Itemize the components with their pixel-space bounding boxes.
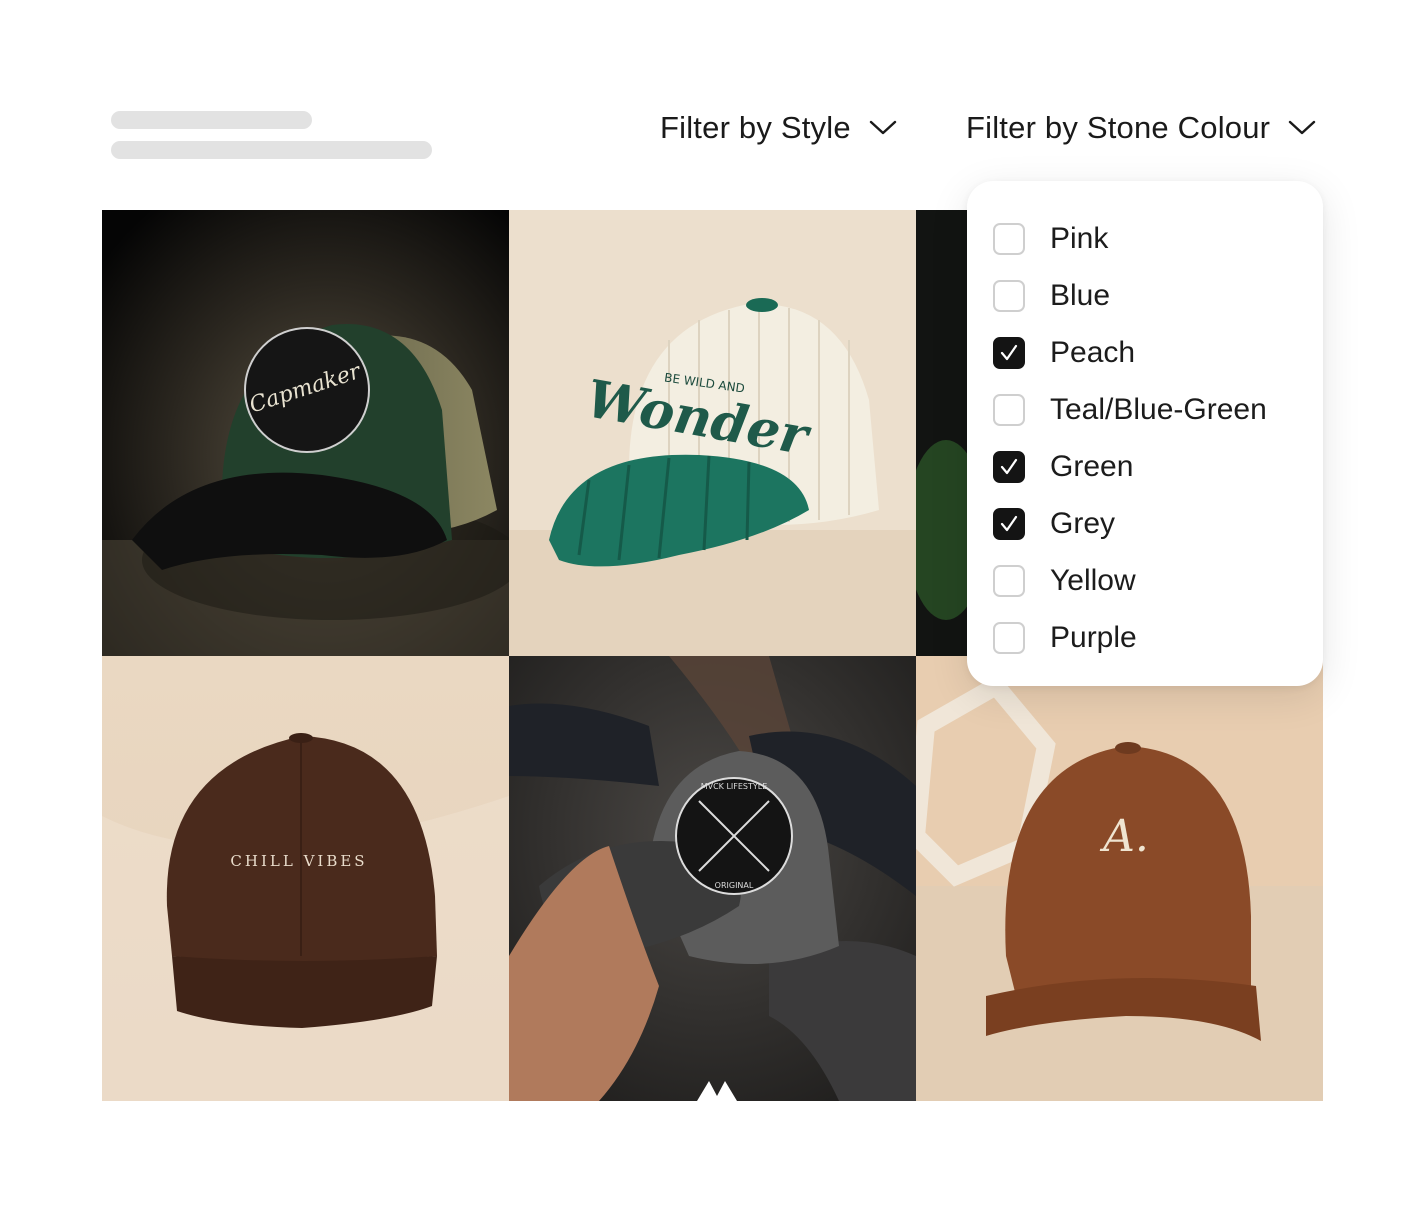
colour-option-grey[interactable]: Grey: [967, 495, 1323, 552]
product-logo-subtext: ORIGINAL: [715, 881, 754, 890]
grey-patch-cap-image: MVCK LIFESTYLE ORIGINAL: [509, 656, 916, 1101]
product-tile-corduroy-wonder-cap[interactable]: BE WILD AND Wonder: [509, 210, 916, 656]
checkbox[interactable]: [993, 507, 1025, 540]
page: Filter by Style Filter by Stone Colour C…: [0, 0, 1422, 1230]
corduroy-wonder-cap-image: BE WILD AND Wonder: [509, 210, 916, 656]
colour-option-label: Peach: [1050, 335, 1136, 369]
colour-option-green[interactable]: Green: [967, 438, 1323, 495]
checkbox[interactable]: [993, 222, 1025, 255]
product-tile-brown-a-cap[interactable]: A.: [916, 656, 1323, 1101]
colour-option-label: Grey: [1050, 506, 1116, 540]
colour-option-yellow[interactable]: Yellow: [967, 552, 1323, 609]
product-tile-grey-patch-cap[interactable]: MVCK LIFESTYLE ORIGINAL: [509, 656, 916, 1101]
product-logo-text: MVCK LIFESTYLE: [701, 782, 768, 791]
stone-colour-dropdown-panel: Pink Blue Peach Teal/Blue-Green Green Gr…: [967, 181, 1323, 686]
product-logo-text: CHILL VIBES: [230, 852, 367, 870]
checkbox[interactable]: [993, 279, 1025, 312]
colour-option-label: Pink: [1050, 221, 1109, 255]
colour-option-teal-blue-green[interactable]: Teal/Blue-Green: [967, 381, 1323, 438]
colour-option-label: Green: [1050, 449, 1134, 483]
colour-option-label: Blue: [1050, 278, 1111, 312]
checkbox[interactable]: [993, 336, 1025, 369]
checkbox[interactable]: [993, 393, 1025, 426]
brown-a-cap-image: A.: [916, 656, 1323, 1101]
check-icon: [1000, 515, 1018, 531]
colour-option-label: Teal/Blue-Green: [1050, 392, 1267, 426]
colour-option-blue[interactable]: Blue: [967, 267, 1323, 324]
check-icon: [1000, 458, 1018, 474]
checkbox[interactable]: [993, 564, 1025, 597]
colour-option-peach[interactable]: Peach: [967, 324, 1323, 381]
skeleton-line: [111, 141, 432, 159]
checkbox[interactable]: [993, 621, 1025, 654]
colour-option-pink[interactable]: Pink: [967, 210, 1323, 267]
checkbox[interactable]: [993, 450, 1025, 483]
filter-style-dropdown[interactable]: Filter by Style: [660, 108, 897, 148]
green-trucker-cap-image: Capmaker: [102, 210, 509, 656]
colour-option-label: Purple: [1050, 620, 1137, 654]
skeleton-line: [111, 111, 312, 129]
title-skeleton: [111, 111, 432, 159]
product-tile-green-trucker-cap[interactable]: Capmaker: [102, 210, 509, 656]
chevron-down-icon: [1289, 120, 1316, 135]
product-logo-text: A.: [1099, 811, 1149, 862]
filter-stone-colour-dropdown[interactable]: Filter by Stone Colour: [966, 108, 1316, 148]
colour-option-label: Yellow: [1050, 563, 1136, 597]
filter-style-label: Filter by Style: [660, 110, 851, 145]
colour-option-purple[interactable]: Purple: [967, 609, 1323, 666]
filter-colour-label: Filter by Stone Colour: [966, 110, 1271, 145]
product-tile-brown-chill-vibes-cap[interactable]: CHILL VIBES: [102, 656, 509, 1101]
chevron-down-icon: [869, 120, 896, 135]
brown-chill-vibes-cap-image: CHILL VIBES: [102, 656, 509, 1101]
check-icon: [1000, 344, 1018, 360]
